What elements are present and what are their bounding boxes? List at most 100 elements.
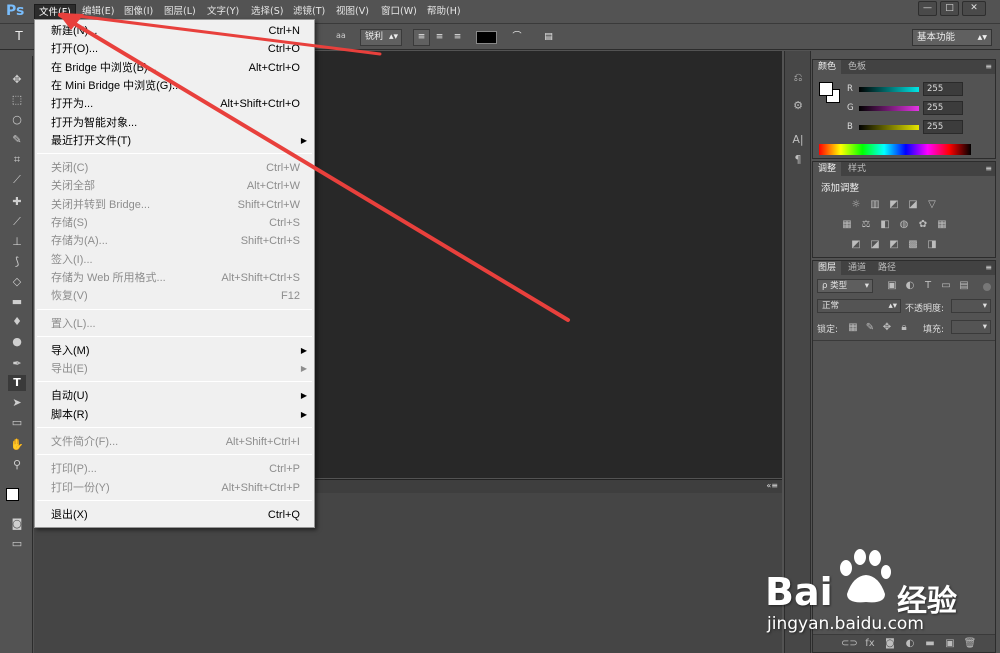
layer-style-icon[interactable]: fx	[863, 638, 877, 650]
file-menu-item[interactable]: 打开为... Alt+Shift+Ctrl+O	[35, 95, 314, 113]
posterize-icon[interactable]: ◪	[868, 239, 882, 251]
lock-position-icon[interactable]: ✥	[880, 322, 894, 334]
blue-slider[interactable]	[859, 125, 919, 130]
text-tool-icon[interactable]: T	[10, 29, 28, 46]
paragraph-panel-icon[interactable]: ¶	[789, 151, 807, 169]
screen-mode-icon[interactable]: ▭	[8, 536, 26, 552]
panel-menu-icon[interactable]: ≡	[985, 263, 992, 272]
workspace-select[interactable]: 基本功能 ▴▾	[912, 29, 992, 46]
file-menu-item[interactable]: 导入(M) ▶	[35, 342, 314, 360]
file-menu-item[interactable]: 打印一份(Y) Alt+Shift+Ctrl+P	[35, 479, 314, 497]
pen-tool-icon[interactable]: ✒	[8, 356, 26, 372]
filter-adjustment-icon[interactable]: ◐	[903, 280, 917, 292]
link-layers-icon[interactable]: ⊂⊃	[841, 638, 858, 650]
quick-mask-icon[interactable]: ◙	[8, 516, 26, 532]
file-menu-item[interactable]: 恢复(V) F12	[35, 287, 314, 305]
crop-tool-icon[interactable]: ⌗	[8, 152, 26, 168]
filter-smart-object-icon[interactable]: ▤	[957, 280, 971, 292]
warp-text-icon[interactable]: ⌒	[508, 29, 526, 46]
filter-shape-icon[interactable]: ▭	[939, 280, 953, 292]
red-value-field[interactable]: 255	[923, 82, 963, 96]
file-menu-item[interactable]: 存储为(A)... Shift+Ctrl+S	[35, 232, 314, 250]
new-layer-icon[interactable]: ▣	[943, 638, 957, 650]
hue-saturation-icon[interactable]: ▦	[840, 219, 854, 231]
tab-paths[interactable]: 路径	[873, 261, 901, 275]
channel-mixer-icon[interactable]: ✿	[916, 219, 930, 231]
levels-icon[interactable]: ▥	[868, 199, 882, 211]
menu-edit[interactable]: 编辑(E)	[78, 4, 118, 20]
eyedropper-tool-icon[interactable]: ⟋	[8, 172, 26, 188]
blur-tool-icon[interactable]: ♦	[8, 314, 26, 330]
panel-menu-icon[interactable]: ≡	[985, 164, 992, 173]
tab-styles[interactable]: 样式	[843, 162, 871, 176]
marquee-tool-icon[interactable]: ⬚	[8, 92, 26, 108]
new-group-icon[interactable]: ▬	[923, 638, 937, 650]
file-menu-item[interactable]: 导出(E) ▶	[35, 360, 314, 378]
tab-channels[interactable]: 通道	[843, 261, 871, 275]
file-menu-item[interactable]: 最近打开文件(T) ▶	[35, 132, 314, 150]
layer-mask-icon[interactable]: ◙	[883, 638, 897, 650]
file-menu-item[interactable]: 新建(N)... Ctrl+N	[35, 22, 314, 40]
photo-filter-icon[interactable]: ◍	[897, 219, 911, 231]
file-menu-item[interactable]: 在 Mini Bridge 中浏览(G)...	[35, 77, 314, 95]
shape-tool-icon[interactable]: ▭	[8, 415, 26, 431]
history-brush-tool-icon[interactable]: ⟆	[8, 254, 26, 270]
eraser-tool-icon[interactable]: ◇	[8, 274, 26, 290]
lock-all-icon[interactable]: 🔒︎	[897, 322, 911, 334]
path-select-tool-icon[interactable]: ➤	[8, 395, 26, 411]
align-left-icon[interactable]: ≡	[413, 29, 430, 46]
file-menu-item[interactable]: 退出(X) Ctrl+Q	[35, 506, 314, 524]
history-panel-icon[interactable]: ⎌	[789, 69, 807, 87]
menu-filter[interactable]: 滤镜(T)	[289, 4, 329, 20]
zoom-tool-icon[interactable]: ⚲	[8, 457, 26, 473]
color-balance-icon[interactable]: ⚖	[859, 219, 873, 231]
file-menu-item[interactable]: 关闭(C) Ctrl+W	[35, 159, 314, 177]
red-slider[interactable]	[859, 87, 919, 92]
brightness-icon[interactable]: ☼	[849, 199, 863, 211]
align-right-icon[interactable]: ≡	[449, 29, 466, 46]
delete-layer-icon[interactable]: 🗑︎	[963, 638, 977, 650]
type-tool-icon[interactable]: T	[8, 375, 26, 391]
filter-pixel-icon[interactable]: ▣	[885, 280, 899, 292]
green-slider[interactable]	[859, 106, 919, 111]
black-white-icon[interactable]: ◧	[878, 219, 892, 231]
file-menu-item[interactable]: 置入(L)...	[35, 315, 314, 333]
menu-view[interactable]: 视图(V)	[332, 4, 373, 20]
file-menu-item[interactable]: 自动(U) ▶	[35, 387, 314, 405]
lasso-tool-icon[interactable]: ○	[8, 112, 26, 128]
green-value-field[interactable]: 255	[923, 101, 963, 115]
brush-tool-icon[interactable]: ⟋	[8, 214, 26, 230]
minimize-button[interactable]: —	[918, 1, 937, 16]
file-menu-item[interactable]: 存储(S) Ctrl+S	[35, 214, 314, 232]
lock-transparent-icon[interactable]: ▦	[846, 322, 860, 334]
file-menu-item[interactable]: 关闭全部 Alt+Ctrl+W	[35, 177, 314, 195]
text-color-swatch[interactable]	[476, 31, 497, 44]
file-menu-item[interactable]: 脚本(R) ▶	[35, 406, 314, 424]
foreground-color-swatch[interactable]	[6, 488, 19, 501]
fill-field[interactable]: ▾	[951, 320, 991, 334]
vibrance-icon[interactable]: ▽	[925, 199, 939, 211]
blend-mode-select[interactable]: 正常 ▴▾	[817, 299, 901, 313]
filter-toggle[interactable]	[983, 283, 991, 291]
quick-select-tool-icon[interactable]: ✎	[8, 132, 26, 148]
menu-select[interactable]: 选择(S)	[247, 4, 287, 20]
invert-icon[interactable]: ◩	[849, 239, 863, 251]
file-menu-item[interactable]: 签入(I)...	[35, 251, 314, 269]
layer-filter-select[interactable]: ρ 类型 ▾	[817, 279, 873, 293]
menu-type[interactable]: 文字(Y)	[203, 4, 243, 20]
color-spectrum-bar[interactable]	[819, 144, 971, 155]
color-lookup-icon[interactable]: ▦	[935, 219, 949, 231]
gradient-map-icon[interactable]: ▩	[906, 239, 920, 251]
curves-icon[interactable]: ◩	[887, 199, 901, 211]
dodge-tool-icon[interactable]: ●	[8, 334, 26, 350]
hand-tool-icon[interactable]: ✋	[8, 437, 26, 453]
filter-type-icon[interactable]: T	[921, 280, 935, 292]
close-button[interactable]: ✕	[962, 1, 986, 16]
threshold-icon[interactable]: ◩	[887, 239, 901, 251]
panel-menu-icon[interactable]: «≡	[766, 481, 778, 490]
move-tool-icon[interactable]: ✥	[8, 72, 26, 88]
character-panel-icon[interactable]: ▤	[540, 29, 557, 46]
file-menu-item[interactable]: 打开(O)... Ctrl+O	[35, 40, 314, 58]
tab-layers[interactable]: 图层	[813, 261, 842, 275]
gradient-tool-icon[interactable]: ▬	[8, 294, 26, 310]
